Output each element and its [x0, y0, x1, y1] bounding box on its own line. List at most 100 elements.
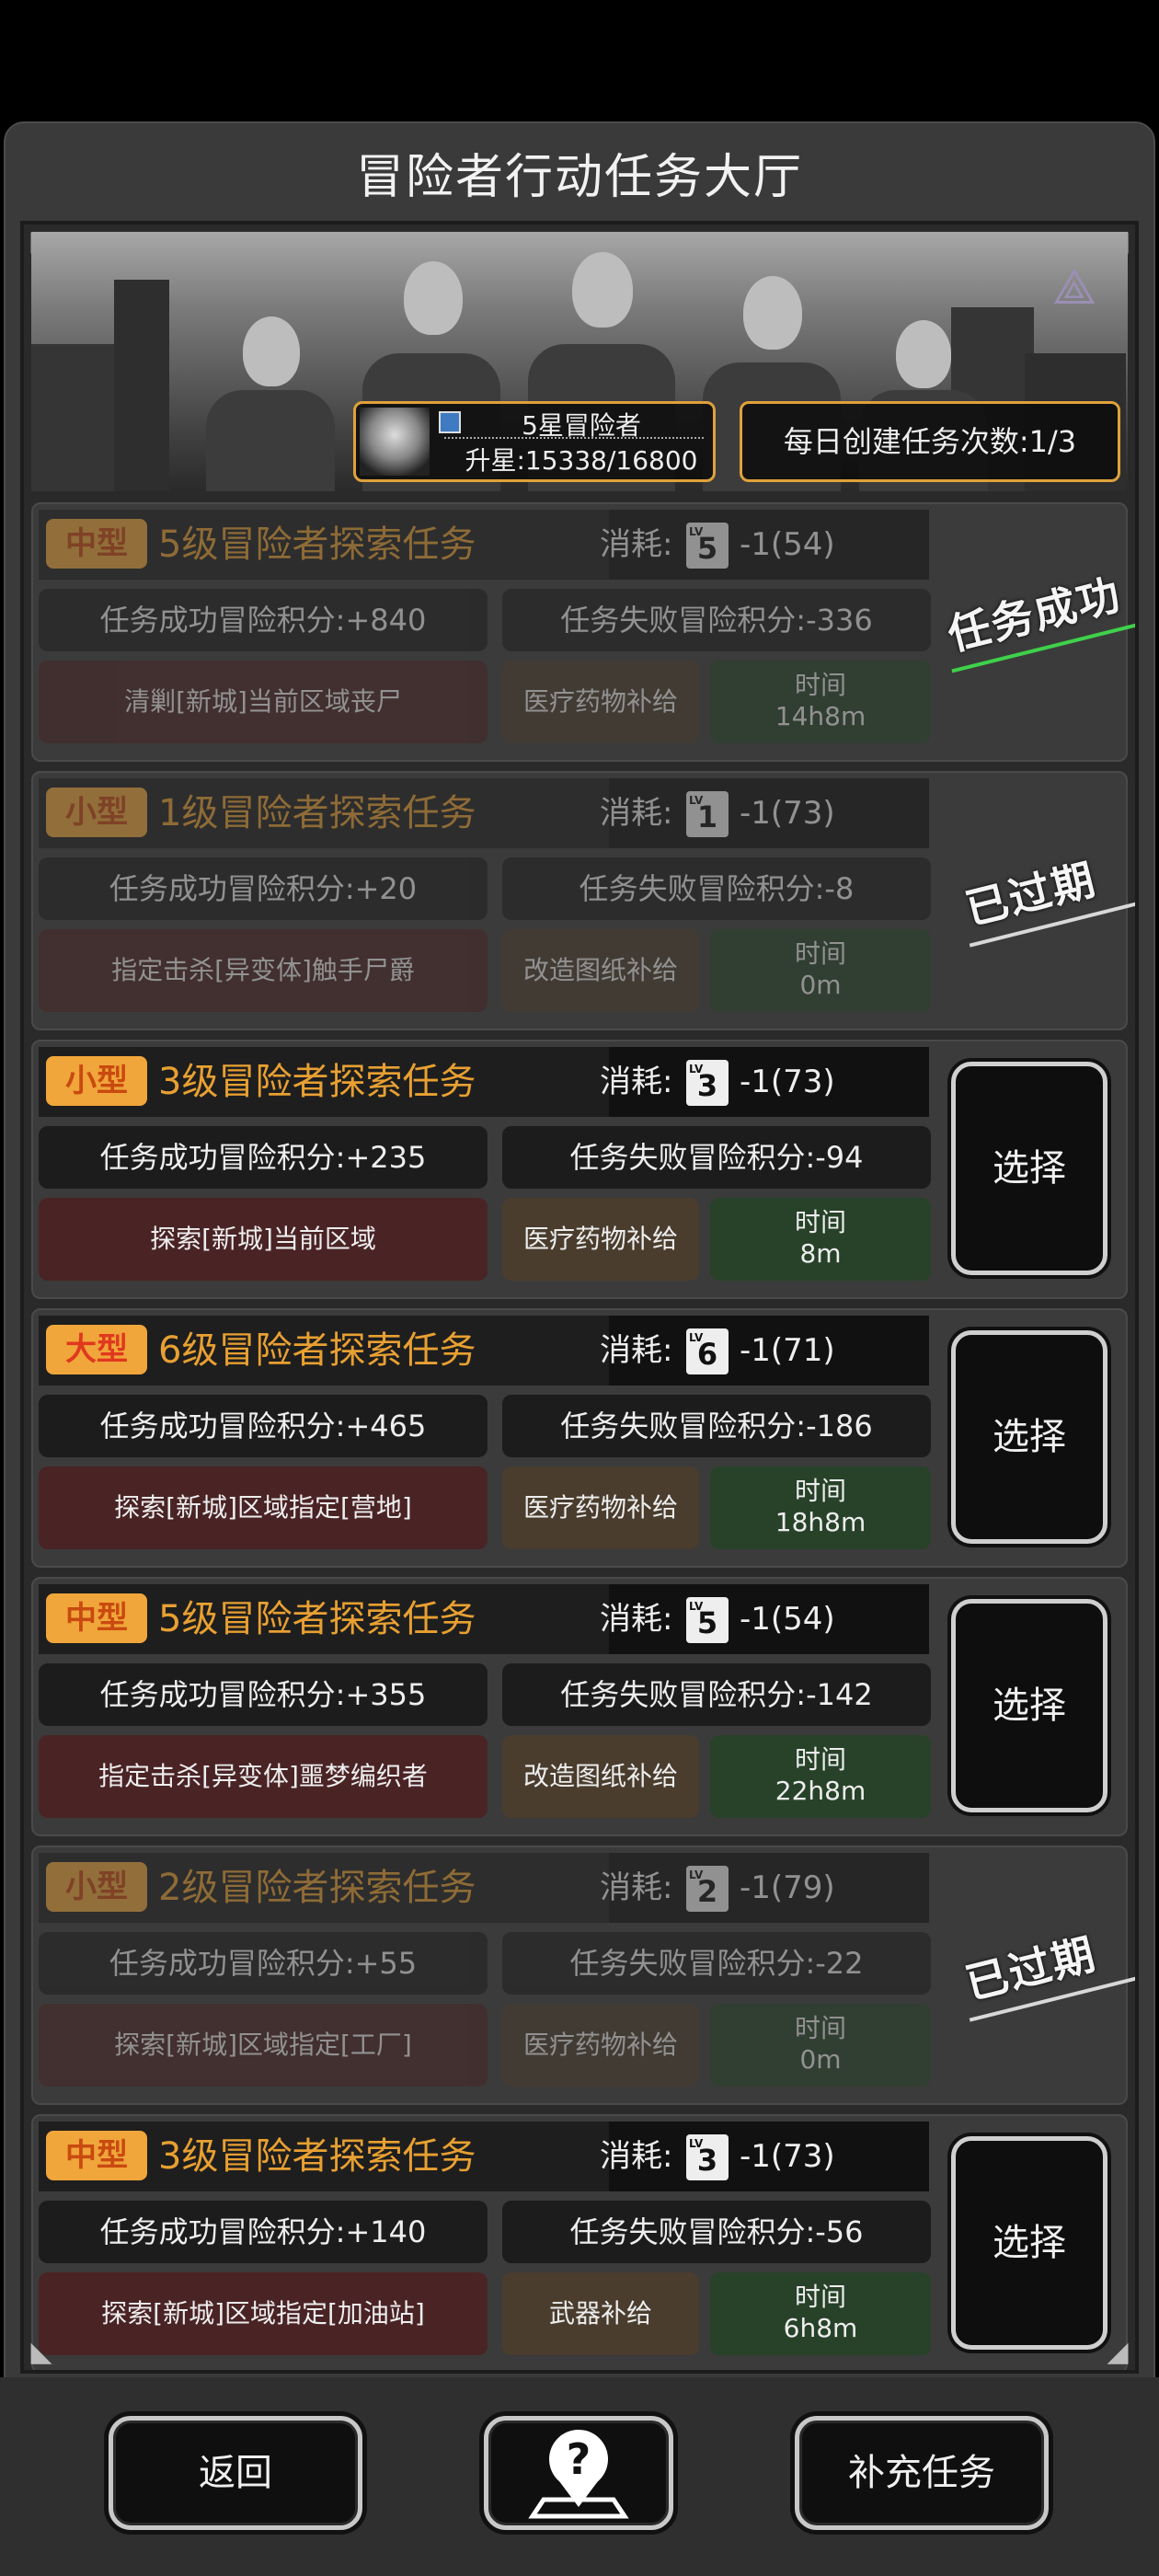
fail-points: 任务失败冒险积分:-94: [502, 1126, 931, 1189]
task-target: 探索[新城]当前区域: [39, 1198, 488, 1281]
task-size-badge: 小型: [46, 788, 147, 837]
level-card-icon: LV 1: [686, 791, 729, 837]
task-name: 3级冒险者探索任务: [158, 1061, 476, 1103]
task-reward: 改造图纸补给: [502, 1735, 699, 1818]
time-label: 时间: [794, 2013, 846, 2043]
cost-label: 消耗:: [600, 795, 673, 832]
time-value: 18h8m: [775, 1507, 866, 1537]
task-time: 时间 14h8m: [710, 661, 931, 743]
level-card-icon: LV 5: [686, 1597, 729, 1643]
task-target: 指定击杀[异变体]触手尸爵: [39, 929, 488, 1012]
level-card-icon: LV 2: [686, 1866, 729, 1912]
task-size-badge: 大型: [46, 1325, 147, 1374]
time-label: 时间: [794, 2282, 846, 2312]
task-header: 大型 6级冒险者探索任务 消耗: LV 6 -1(71): [39, 1316, 929, 1386]
time-label: 时间: [794, 1744, 846, 1775]
task-status-stamp: 已过期: [958, 846, 1135, 948]
fail-points: 任务失败冒险积分:-336: [502, 589, 931, 651]
task-cost: -1(54): [740, 526, 835, 563]
task-time: 时间 8m: [710, 1198, 931, 1281]
task-size-badge: 中型: [46, 519, 147, 569]
cost-label: 消耗:: [600, 1064, 673, 1100]
level-card-icon: LV 6: [686, 1328, 729, 1374]
rank-panel: 5星冒险者 升星:15338/16800: [353, 401, 716, 482]
time-value: 22h8m: [775, 1776, 866, 1806]
task-name: 1级冒险者探索任务: [158, 792, 476, 834]
task-size-badge: 小型: [46, 1056, 147, 1106]
time-label: 时间: [794, 938, 846, 969]
time-value: 0m: [799, 2044, 842, 2075]
task-target: 探索[新城]区域指定[营地]: [39, 1466, 488, 1549]
task-time: 时间 6h8m: [710, 2272, 931, 2355]
back-button[interactable]: 返回: [109, 2416, 362, 2530]
task-time: 时间 0m: [710, 2004, 931, 2087]
page-title: 冒险者行动任务大厅: [355, 150, 803, 205]
task-status-stamp: 任务成功: [941, 561, 1135, 673]
time-label: 时间: [794, 1207, 846, 1237]
task-status-stamp: 已过期: [958, 1921, 1135, 2022]
task-reward: 医疗药物补给: [502, 1466, 699, 1549]
time-value: 0m: [799, 970, 842, 1000]
time-value: 6h8m: [783, 2313, 858, 2343]
task-size-badge: 中型: [46, 2131, 147, 2180]
task-header: 中型 5级冒险者探索任务 消耗: LV 5 -1(54): [39, 510, 929, 580]
task-name: 3级冒险者探索任务: [158, 2135, 476, 2178]
task-target: 指定击杀[异变体]噩梦编织者: [39, 1735, 488, 1818]
task-reward: 医疗药物补给: [502, 1198, 699, 1281]
task-card: 小型 1级冒险者探索任务 消耗: LV 1 -1(73) 任务成功冒险积分:+20 任务失败冒…: [31, 771, 1135, 1030]
corner-ornament-icon: ◢: [1107, 2336, 1129, 2368]
task-time: 时间 18h8m: [710, 1466, 931, 1549]
success-points: 任务成功冒险积分:+840: [39, 589, 488, 651]
task-target: 探索[新城]区域指定[工厂]: [39, 2004, 488, 2087]
task-name: 5级冒险者探索任务: [158, 523, 476, 566]
select-task-button[interactable]: 选择: [951, 1330, 1107, 1544]
success-points: 任务成功冒险积分:+355: [39, 1663, 488, 1726]
fail-points: 任务失败冒险积分:-186: [502, 1395, 931, 1457]
task-reward: 医疗药物补给: [502, 2004, 699, 2087]
time-value: 8m: [799, 1238, 842, 1269]
task-card: 中型 3级冒险者探索任务 消耗: LV 3 -1(73) 任务成功冒险积分:+140 任务失败…: [31, 2114, 1128, 2370]
task-name: 2级冒险者探索任务: [158, 1867, 476, 1909]
task-cost: -1(73): [740, 1064, 835, 1100]
task-card: 中型 5级冒险者探索任务 消耗: LV 5 -1(54) 任务成功冒险积分:+840 任务失败…: [31, 502, 1135, 762]
fail-points: 任务失败冒险积分:-142: [502, 1663, 931, 1726]
success-points: 任务成功冒险积分:+55: [39, 1932, 488, 1995]
refill-tasks-button[interactable]: 补充任务: [795, 2416, 1049, 2530]
task-size-badge: 小型: [46, 1862, 147, 1912]
select-task-button[interactable]: 选择: [951, 1599, 1107, 1812]
task-header: 中型 3级冒险者探索任务 消耗: LV 3 -1(73): [39, 2122, 929, 2191]
task-header: 小型 3级冒险者探索任务 消耗: LV 3 -1(73): [39, 1047, 929, 1117]
task-list-frame: ◤ ◥ ⟁ 5星冒险者: [20, 221, 1139, 2374]
task-cost: -1(54): [740, 1601, 835, 1638]
task-header: 小型 2级冒险者探索任务 消耗: LV 2 -1(79): [39, 1853, 929, 1923]
task-reward: 武器补给: [502, 2272, 699, 2355]
task-reward: 改造图纸补给: [502, 929, 699, 1012]
fail-points: 任务失败冒险积分:-8: [502, 857, 931, 920]
task-card: 中型 5级冒险者探索任务 消耗: LV 5 -1(54) 任务成功冒险积分:+355 任务失败…: [31, 1577, 1128, 1836]
fail-points: 任务失败冒险积分:-22: [502, 1932, 931, 1995]
task-time: 时间 22h8m: [710, 1735, 931, 1818]
success-points: 任务成功冒险积分:+20: [39, 857, 488, 920]
level-card-icon: LV 3: [686, 1060, 729, 1106]
avatar: [360, 408, 430, 476]
fail-points: 任务失败冒险积分:-56: [502, 2201, 931, 2263]
task-cost: -1(73): [740, 795, 835, 832]
task-cost: -1(71): [740, 1332, 835, 1369]
help-button[interactable]: ?: [484, 2416, 673, 2530]
task-time: 时间 0m: [710, 929, 931, 1012]
rank-progress-text: 升星:15338/16800: [465, 445, 698, 476]
task-card: 小型 2级冒险者探索任务 消耗: LV 2 -1(79) 任务成功冒险积分:+55 任务失败冒…: [31, 1846, 1135, 2105]
success-points: 任务成功冒险积分:+465: [39, 1395, 488, 1457]
task-header: 中型 5级冒险者探索任务 消耗: LV 5 -1(54): [39, 1584, 929, 1654]
select-task-button[interactable]: 选择: [951, 2136, 1107, 2350]
select-task-button[interactable]: 选择: [951, 1062, 1107, 1275]
task-card: 大型 6级冒险者探索任务 消耗: LV 6 -1(71) 任务成功冒险积分:+465 任务失败…: [31, 1308, 1128, 1568]
corner-ornament-icon: ◣: [30, 2336, 52, 2368]
cost-label: 消耗:: [600, 526, 673, 563]
cost-label: 消耗:: [600, 1869, 673, 1906]
faction-emblem-icon: ⟁: [1051, 258, 1097, 316]
task-header: 小型 1级冒险者探索任务 消耗: LV 1 -1(73): [39, 778, 929, 848]
daily-create-count: 每日创建任务次数:1/3: [740, 401, 1120, 482]
task-target: 探索[新城]区域指定[加油站]: [39, 2272, 488, 2355]
adventurer-banner: ⟁ 5星冒险者 升星:15338/16800 每日创建任务次数:1/3: [31, 232, 1128, 491]
